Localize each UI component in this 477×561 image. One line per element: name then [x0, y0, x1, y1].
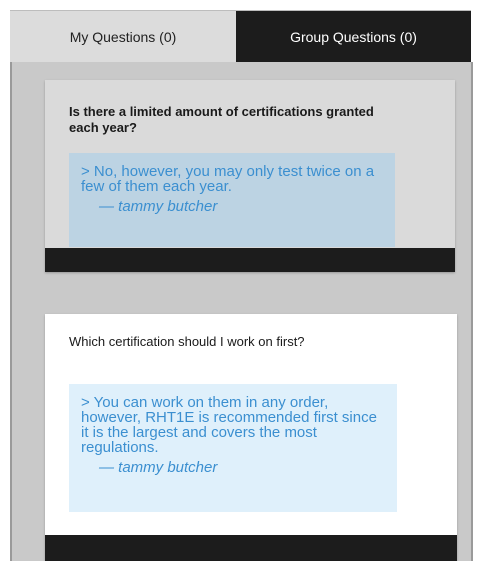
answer-text: > You can work on them in any order, how… [81, 394, 377, 456]
question-text: Is there a limited amount of certificati… [69, 104, 374, 135]
card-footer-bar [45, 248, 455, 272]
answer-author: — tammy butcher [99, 459, 218, 476]
card-footer-bar [45, 535, 457, 561]
answer-box: > No, however, you may only test twice o… [69, 153, 395, 247]
tab-my-questions-label: My Questions (0) [69, 29, 177, 45]
answer-author: — tammy butcher [99, 198, 218, 215]
question-card[interactable]: Is there a limited amount of certificati… [45, 80, 455, 272]
tab-my-questions[interactable]: My Questions (0) [10, 11, 236, 63]
question-card[interactable]: Which certification should I work on fir… [45, 314, 457, 561]
answer-text: > No, however, you may only test twice o… [81, 163, 375, 195]
question-text: Which certification should I work on fir… [69, 334, 305, 349]
questions-panel: Is there a limited amount of certificati… [10, 62, 473, 561]
tab-bar: My Questions (0) Group Questions (0) [10, 10, 471, 63]
answer-box: > You can work on them in any order, how… [69, 384, 397, 512]
question-browser: My Questions (0) Group Questions (0) Is … [0, 0, 477, 561]
tab-group-questions[interactable]: Group Questions (0) [236, 11, 471, 63]
tab-group-questions-label: Group Questions (0) [290, 29, 417, 45]
